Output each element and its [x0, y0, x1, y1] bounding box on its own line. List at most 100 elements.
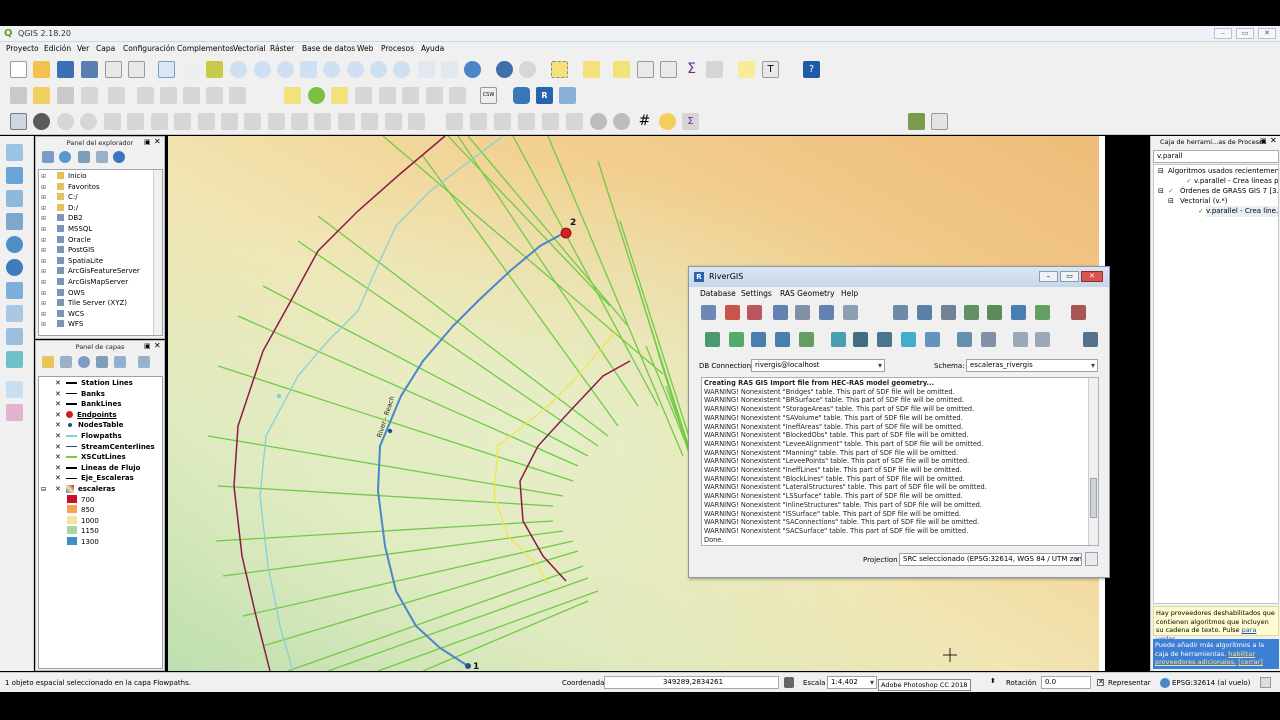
create-schema-icon[interactable] [701, 305, 716, 320]
copy-features-icon[interactable] [206, 87, 223, 104]
add-feature-icon[interactable] [81, 87, 98, 104]
enable-snapping-icon[interactable] [33, 113, 50, 130]
zoom-full-icon[interactable] [300, 61, 317, 78]
composer-manager-icon[interactable] [128, 61, 145, 78]
measure-icon[interactable] [706, 61, 723, 78]
field-calculator-icon[interactable] [660, 61, 677, 78]
menu-raster[interactable]: Ráster [270, 44, 294, 53]
layer-visibility-checkbox[interactable]: ✕ [55, 400, 63, 408]
menu-proyecto[interactable]: Proyecto [6, 44, 39, 53]
scale-combo[interactable]: 1:4,402 [827, 676, 877, 689]
delete-ring-icon[interactable] [221, 113, 238, 130]
cut-features-icon[interactable] [183, 87, 200, 104]
properties-info-icon[interactable] [113, 151, 125, 163]
add-mssql-icon[interactable] [6, 381, 23, 398]
add-ring-icon[interactable] [151, 113, 168, 130]
menu-capa[interactable]: Capa [96, 44, 115, 53]
browser-item[interactable]: ⊞ OWS [41, 288, 85, 299]
refresh-icon[interactable] [464, 61, 481, 78]
open-project-icon[interactable] [33, 61, 50, 78]
grid-icon[interactable]: # [636, 113, 653, 130]
pan-touch-icon[interactable] [158, 61, 175, 78]
menu-configuracion[interactable]: Configuración [123, 44, 175, 53]
node-tool-icon[interactable] [137, 87, 154, 104]
flowpaths-icon[interactable] [751, 332, 766, 347]
browser-item[interactable]: ⊞ Inicio [41, 171, 87, 182]
redo-icon[interactable] [80, 113, 97, 130]
bookmarks-icon[interactable] [441, 61, 458, 78]
tree-recent-algorithms[interactable]: Algoritmos usados recientemente [1168, 166, 1278, 177]
browser-item[interactable]: ⊞ PostGIS [41, 245, 95, 256]
print-composer-icon[interactable] [105, 61, 122, 78]
merge-features-icon[interactable] [361, 113, 378, 130]
menu-base-de-datos[interactable]: Base de datos [302, 44, 355, 53]
levee-icon[interactable] [853, 332, 868, 347]
banks-icon[interactable] [729, 332, 744, 347]
rotate-point-symbols-icon[interactable] [408, 113, 425, 130]
tree-expand-icon[interactable]: ⊟ [1168, 196, 1174, 207]
maximize-button[interactable]: ▭ [1236, 28, 1254, 39]
xs-tool-icon[interactable] [917, 305, 932, 320]
messages-icon[interactable] [1260, 677, 1271, 688]
plugin-table-icon[interactable] [931, 113, 948, 130]
csw-icon[interactable]: CSW [480, 87, 497, 104]
zoom-selection-icon[interactable] [323, 61, 340, 78]
tree-grass-gis[interactable]: Órdenes de GRASS GIS 7 [3... [1180, 186, 1278, 197]
add-part-icon[interactable] [174, 113, 191, 130]
save-as-icon[interactable] [81, 61, 98, 78]
zoom-next-icon[interactable] [393, 61, 410, 78]
rivergis-close-button[interactable]: ✕ [1081, 271, 1103, 282]
rotation-field[interactable]: 0.0 [1041, 676, 1091, 689]
browser-item[interactable]: ⊞ SpatiaLite [41, 256, 103, 267]
table-icon[interactable] [819, 305, 834, 320]
rivergis-menu-database[interactable]: Database [700, 289, 736, 298]
layer-visibility-checkbox[interactable]: ✕ [55, 485, 63, 493]
expand-icon[interactable]: ⊟ [41, 485, 49, 496]
crs-status[interactable]: EPSG:32614 (al vuelo) [1172, 679, 1250, 687]
menu-complementos[interactable]: Complementos [177, 44, 234, 53]
distribute-icon[interactable] [542, 113, 559, 130]
new-map-view-icon[interactable] [418, 61, 435, 78]
select-features-icon[interactable] [551, 61, 568, 78]
layer-item[interactable]: ✕ Lineas de Flujo [41, 463, 141, 474]
rivergis-minimize-button[interactable]: – [1039, 271, 1058, 282]
add-vector-layer-icon[interactable] [6, 144, 23, 161]
new-shapefile-icon[interactable] [6, 351, 23, 368]
db-settings-icon[interactable] [773, 305, 788, 320]
advanced-digitizing-icon[interactable] [10, 113, 27, 130]
xs-cut-icon[interactable] [941, 305, 956, 320]
browser-item[interactable]: ⊞ ArcGisMapServer [41, 277, 128, 288]
storage-icon[interactable] [877, 332, 892, 347]
select-crs-icon[interactable] [1085, 552, 1098, 566]
paste-features-icon[interactable] [229, 87, 246, 104]
abc-labels-icon[interactable] [987, 305, 1002, 320]
diagram-icon[interactable] [308, 87, 325, 104]
reshape-icon[interactable] [268, 113, 285, 130]
close-notice-link[interactable]: [cerrar] [1238, 658, 1263, 666]
add-wfs-icon[interactable] [6, 282, 23, 299]
tree-expand-icon[interactable]: ⊟ [1158, 186, 1164, 197]
add-selected-icon[interactable] [42, 151, 54, 163]
menu-ayuda[interactable]: Ayuda [421, 44, 444, 53]
close-panel-icon[interactable]: ✕ [1270, 136, 1277, 145]
expand-all-icon[interactable] [138, 356, 150, 368]
grass-tools-icon[interactable] [559, 87, 576, 104]
menu-procesos[interactable]: Procesos [381, 44, 414, 53]
float-panel-icon[interactable]: ▣ [144, 342, 151, 350]
save-project-icon[interactable] [57, 61, 74, 78]
zoom-native-icon[interactable] [277, 61, 294, 78]
sa-connections-icon[interactable] [957, 332, 972, 347]
minimize-button[interactable]: – [1214, 28, 1232, 39]
expand-icon[interactable]: ⊞ [41, 320, 51, 331]
rivergis-maximize-button[interactable]: ▭ [1060, 271, 1079, 282]
layer-item[interactable]: ✕ Station Lines [41, 378, 133, 389]
select-by-value-icon[interactable] [583, 61, 600, 78]
field-statistics-icon[interactable]: Σ [682, 113, 699, 130]
snapping-options-icon[interactable] [590, 113, 607, 130]
identify-icon[interactable] [496, 61, 513, 78]
rivergis-menu-help[interactable]: Help [841, 289, 858, 298]
layer-visibility-checkbox[interactable]: ✕ [55, 421, 63, 429]
split-features-icon[interactable] [314, 113, 331, 130]
tracing-icon[interactable] [613, 113, 630, 130]
delete-selected-icon[interactable] [160, 87, 177, 104]
